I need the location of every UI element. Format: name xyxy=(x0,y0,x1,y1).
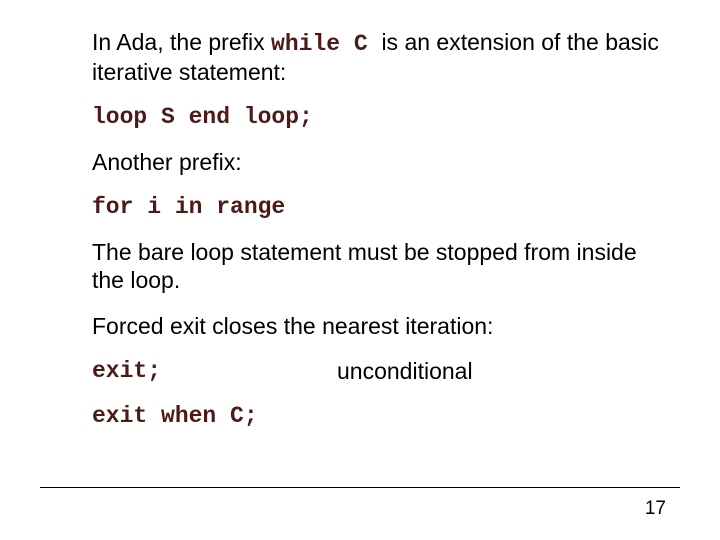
paragraph-bare-loop: The bare loop statement must be stopped … xyxy=(92,238,660,294)
code-loop: loop S end loop; xyxy=(92,104,660,130)
horizontal-rule xyxy=(40,487,680,488)
label-unconditional: unconditional xyxy=(337,358,473,385)
page-number: 17 xyxy=(645,498,666,520)
paragraph-intro: In Ada, the prefix while C is an extensi… xyxy=(92,28,660,86)
exit-row: exit; unconditional xyxy=(92,358,660,385)
code-for: for i in range xyxy=(92,194,660,220)
paragraph-another-prefix: Another prefix: xyxy=(92,148,660,176)
code-exit-when: exit when C; xyxy=(92,403,660,429)
text-run: In Ada, the prefix xyxy=(92,29,271,55)
slide: In Ada, the prefix while C is an extensi… xyxy=(0,0,720,540)
paragraph-forced-exit: Forced exit closes the nearest iteration… xyxy=(92,312,660,340)
code-exit: exit; xyxy=(92,358,337,385)
code-inline-while: while C xyxy=(271,31,381,57)
